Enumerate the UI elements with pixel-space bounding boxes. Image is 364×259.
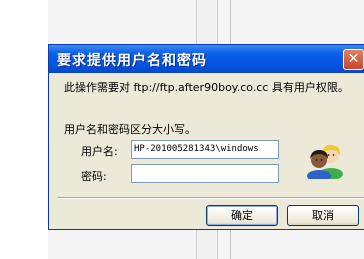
cancel-button[interactable]: 取消 [287, 205, 359, 226]
username-field[interactable]: HP-201005281343\windows [131, 140, 279, 159]
ok-button[interactable]: 确定 [206, 205, 278, 226]
close-icon: ✕ [347, 51, 360, 67]
screen: 要求提供用户名和密码 ✕ 此操作需要对 ftp://ftp.after90boy… [0, 0, 364, 259]
password-field[interactable] [131, 164, 279, 183]
dialog-titlebar[interactable]: 要求提供用户名和密码 ✕ [49, 45, 364, 73]
button-separator [57, 197, 364, 199]
background-top [0, 0, 364, 44]
dialog-title: 要求提供用户名和密码 [57, 53, 207, 69]
password-label: 密码: [81, 170, 107, 183]
login-dialog: 要求提供用户名和密码 ✕ 此操作需要对 ftp://ftp.after90boy… [48, 44, 364, 230]
permission-message: 此操作需要对 ftp://ftp.after90boy.co.cc 具有用户权限… [64, 81, 349, 94]
users-icon [307, 144, 343, 179]
case-sensitivity-note: 用户名和密码区分大小写。 [64, 123, 196, 136]
background-left [0, 0, 48, 259]
username-label: 用户名: [81, 145, 118, 158]
close-button[interactable]: ✕ [343, 49, 364, 70]
